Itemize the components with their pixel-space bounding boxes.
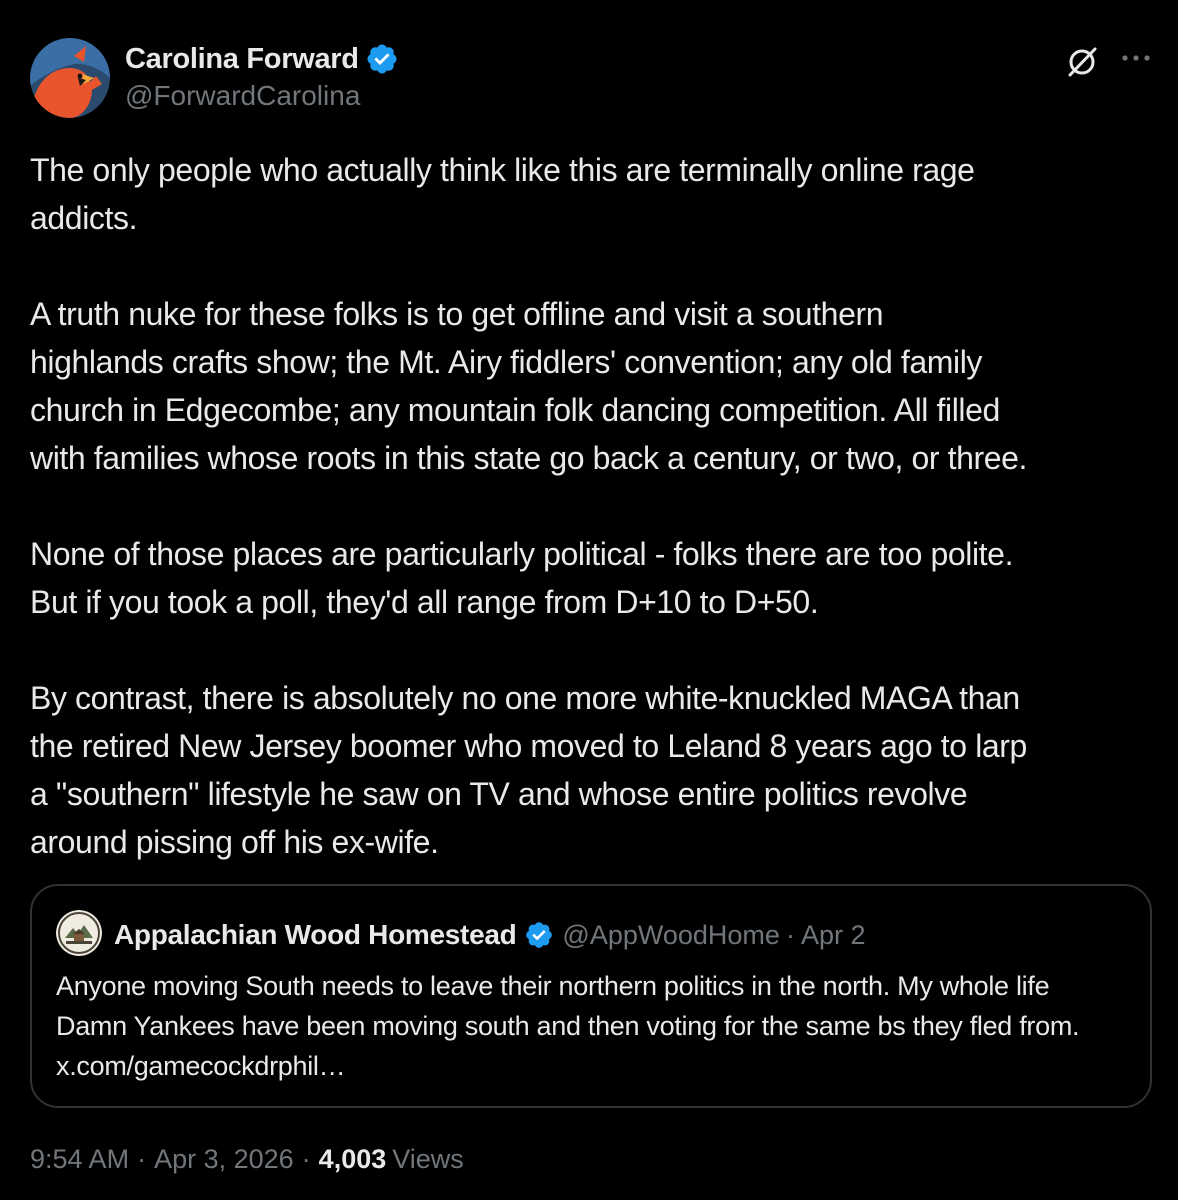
quoted-tweet-text: Anyone moving South needs to leave their… xyxy=(56,971,1080,1081)
verified-badge-icon[interactable] xyxy=(365,42,399,76)
tweet-paragraph: By contrast, there is absolutely no one … xyxy=(30,680,1027,860)
tweet-date[interactable]: Apr 3, 2026 xyxy=(154,1144,294,1175)
more-horizontal-icon[interactable] xyxy=(1118,44,1154,72)
tweet-paragraph: The only people who actually think like … xyxy=(30,152,975,236)
homestead-logo-icon xyxy=(56,910,102,956)
tweet-text: The only people who actually think like … xyxy=(30,146,1160,866)
views-label[interactable]: Views xyxy=(392,1144,464,1175)
author-name[interactable]: Carolina Forward xyxy=(125,43,359,76)
quoted-tweet-card[interactable]: Appalachian Wood Homestead @AppWoodHome … xyxy=(30,884,1152,1108)
author-avatar[interactable] xyxy=(30,38,110,118)
verified-badge-icon[interactable] xyxy=(524,920,554,950)
views-count[interactable]: 4,003 xyxy=(319,1144,387,1175)
cardinal-bird-logo xyxy=(30,38,110,118)
author-handle[interactable]: @ForwardCarolina xyxy=(125,80,360,112)
quoted-tweet-date[interactable]: Apr 2 xyxy=(801,920,866,951)
tweet-paragraph: None of those places are particularly po… xyxy=(30,536,1014,620)
author-name-row[interactable]: Carolina Forward xyxy=(125,40,399,78)
quoted-author-handle[interactable]: @AppWoodHome xyxy=(562,920,780,951)
quoted-author-name[interactable]: Appalachian Wood Homestead xyxy=(114,919,517,951)
tweet-time[interactable]: 9:54 AM xyxy=(30,1144,129,1175)
separator-dot: · xyxy=(137,1144,147,1174)
tweet-paragraph: A truth nuke for these folks is to get o… xyxy=(30,296,1028,476)
quoted-tweet-header: Appalachian Wood Homestead @AppWoodHome … xyxy=(114,916,866,954)
separator-dot: · xyxy=(301,1144,311,1174)
slashed-circle-icon[interactable] xyxy=(1064,44,1100,80)
separator-dot: · xyxy=(785,919,795,950)
tweet-meta: 9:54 AM · Apr 3, 2026 · 4,003 Views xyxy=(30,1144,464,1175)
quoted-author-avatar[interactable] xyxy=(56,910,102,956)
tweet: Carolina Forward @ForwardCarolina The on… xyxy=(0,0,1178,1200)
